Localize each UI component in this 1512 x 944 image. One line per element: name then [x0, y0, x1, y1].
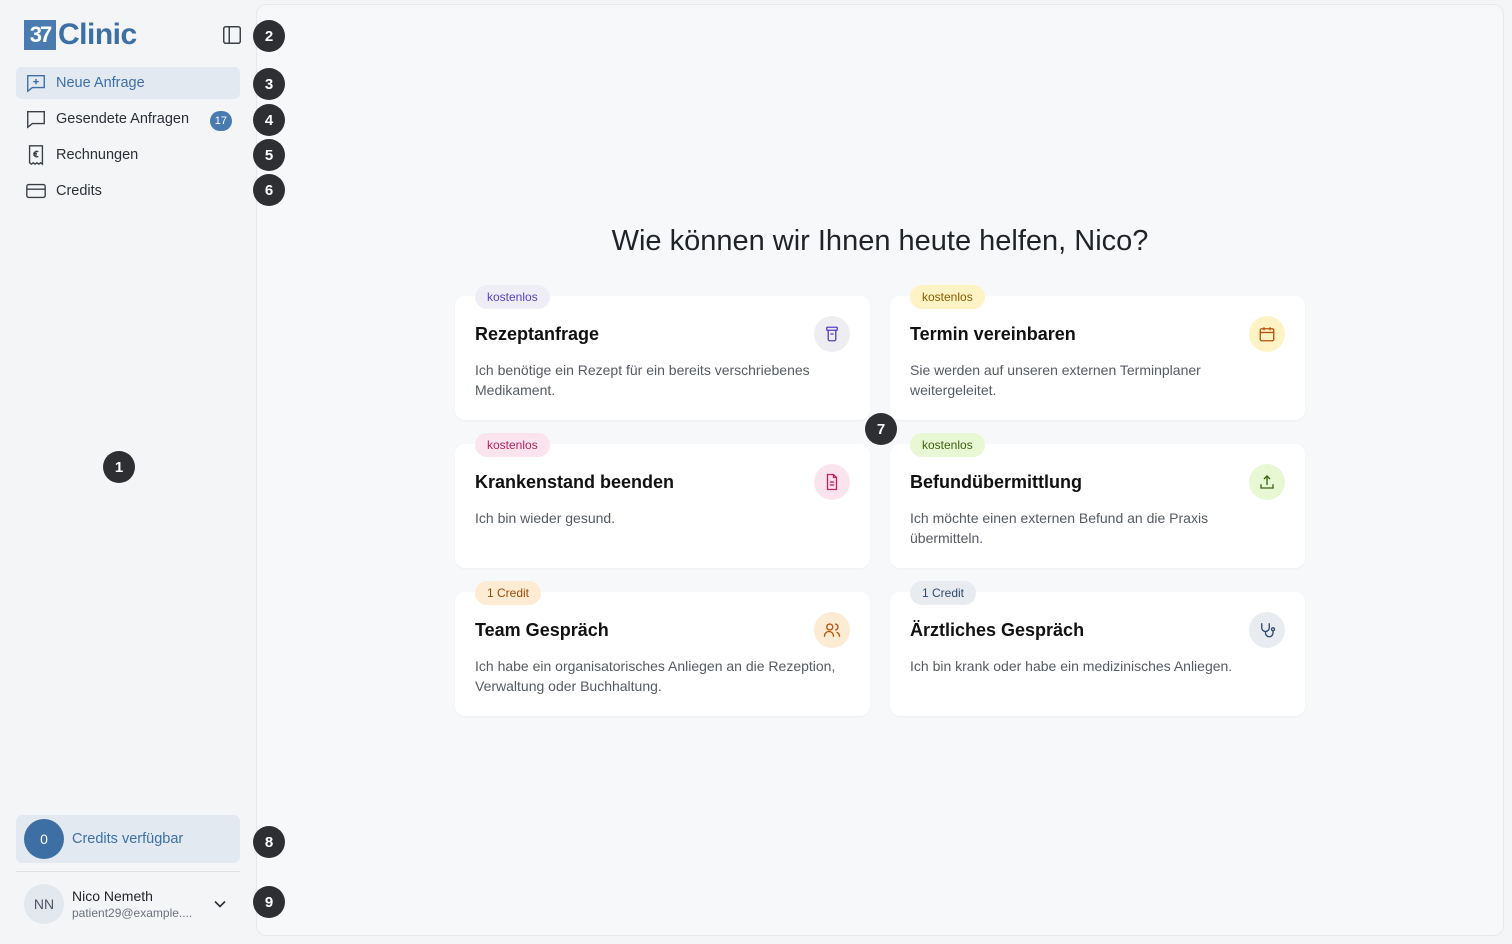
card-team-gespraech[interactable]: 1 Credit Team Gespräch Ich habe ein orga…: [455, 581, 870, 716]
annotation-marker-5: 5: [253, 139, 285, 171]
card-description: Ich bin wieder gesund.: [475, 510, 616, 526]
annotation-marker-7: 7: [865, 413, 897, 445]
chevron-down-icon: [214, 900, 226, 908]
sidebar-item-rechnungen[interactable]: Rechnungen: [16, 139, 240, 171]
calendar-icon: [1249, 316, 1285, 352]
card-title: Ärztliches Gespräch: [910, 620, 1085, 640]
card-description: Sie werden auf unseren externen Terminpl…: [910, 362, 1201, 398]
annotation-marker-2: 2: [253, 20, 285, 52]
card-befunduebermittlung[interactable]: kostenlos Befundübermittlung Ich möchte …: [890, 433, 1305, 568]
sidebar-item-label: Rechnungen: [56, 147, 139, 163]
clinic-logo[interactable]: 37 Clinic: [24, 18, 137, 52]
message-icon: [24, 107, 48, 131]
sidebar-item-neue-anfrage[interactable]: Neue Anfrage: [16, 67, 240, 99]
receipt-euro-icon: [24, 143, 48, 167]
card-krankenstand-beenden[interactable]: kostenlos Krankenstand beenden Ich bin w…: [455, 433, 870, 568]
unread-count-badge: 17: [209, 111, 232, 131]
sidebar-nav: Neue Anfrage Gesendete Anfragen 17 Rechn…: [16, 67, 240, 211]
price-tag: 1 Credit: [475, 581, 542, 605]
sidebar-item-label: Credits: [56, 183, 102, 199]
message-plus-icon: [24, 71, 48, 95]
annotation-marker-4: 4: [253, 104, 285, 136]
card-aerztliches-gespraech[interactable]: 1 Credit Ärztliches Gespräch Ich bin kra…: [890, 581, 1305, 716]
card-description: Ich habe ein organisatorisches Anliegen …: [475, 658, 836, 694]
card-title: Befundübermittlung: [910, 472, 1082, 492]
logo-mark: 37: [24, 20, 56, 50]
price-tag: 1 Credit: [910, 581, 977, 605]
card-title: Termin vereinbaren: [910, 324, 1076, 344]
price-tag: kostenlos: [910, 285, 985, 309]
document-icon: [814, 464, 850, 500]
credits-label: Credits verfügbar: [72, 831, 184, 847]
card-title: Team Gespräch: [475, 620, 609, 640]
credit-card-icon: [24, 179, 48, 203]
card-title: Rezeptanfrage: [475, 324, 600, 344]
card-rezeptanfrage[interactable]: kostenlos Rezeptanfrage Ich benötige ein…: [455, 285, 870, 420]
pill-bottle-icon: [814, 316, 850, 352]
credits-count: 0: [24, 819, 64, 859]
user-info: Nico Nemeth patient29@example....: [72, 888, 202, 920]
logo-text: Clinic: [58, 18, 137, 51]
page-title: Wie können wir Ihnen heute helfen, Nico?: [611, 225, 1149, 257]
sidebar-divider: [16, 871, 240, 872]
sidebar-item-credits[interactable]: Credits: [16, 175, 240, 207]
sidebar-toggle-button[interactable]: [220, 23, 244, 47]
sidebar-toggle-icon: [223, 26, 241, 44]
sidebar-item-gesendete-anfragen[interactable]: Gesendete Anfragen 17: [16, 103, 240, 135]
price-tag: kostenlos: [475, 433, 550, 457]
annotation-marker-8: 8: [253, 826, 285, 858]
price-tag: kostenlos: [910, 433, 985, 457]
user-name: Nico Nemeth: [72, 888, 153, 904]
price-tag: kostenlos: [475, 285, 550, 309]
stethoscope-icon: [1249, 612, 1285, 648]
avatar: NN: [24, 884, 64, 924]
upload-icon: [1249, 464, 1285, 500]
main-content: Wie können wir Ihnen heute helfen, Nico?…: [256, 4, 1504, 936]
sidebar-item-label: Neue Anfrage: [56, 75, 145, 91]
card-termin-vereinbaren[interactable]: kostenlos Termin vereinbaren Sie werden …: [890, 285, 1305, 420]
annotation-marker-1: 1: [103, 451, 135, 483]
card-description: Ich möchte einen externen Befund an die …: [910, 510, 1209, 546]
annotation-marker-3: 3: [253, 68, 285, 100]
annotation-marker-9: 9: [253, 886, 285, 918]
sidebar-item-label: Gesendete Anfragen: [56, 111, 190, 127]
credits-available-button[interactable]: 0 Credits verfügbar: [16, 815, 240, 863]
annotation-marker-6: 6: [253, 174, 285, 206]
card-description: Ich bin krank oder habe ein medizinische…: [910, 658, 1233, 674]
user-menu[interactable]: NN Nico Nemeth patient29@example....: [16, 880, 240, 928]
users-icon: [814, 612, 850, 648]
user-email: patient29@example....: [72, 906, 193, 920]
card-title: Krankenstand beenden: [475, 472, 675, 492]
card-description: Ich benötige ein Rezept für ein bereits …: [475, 362, 810, 398]
